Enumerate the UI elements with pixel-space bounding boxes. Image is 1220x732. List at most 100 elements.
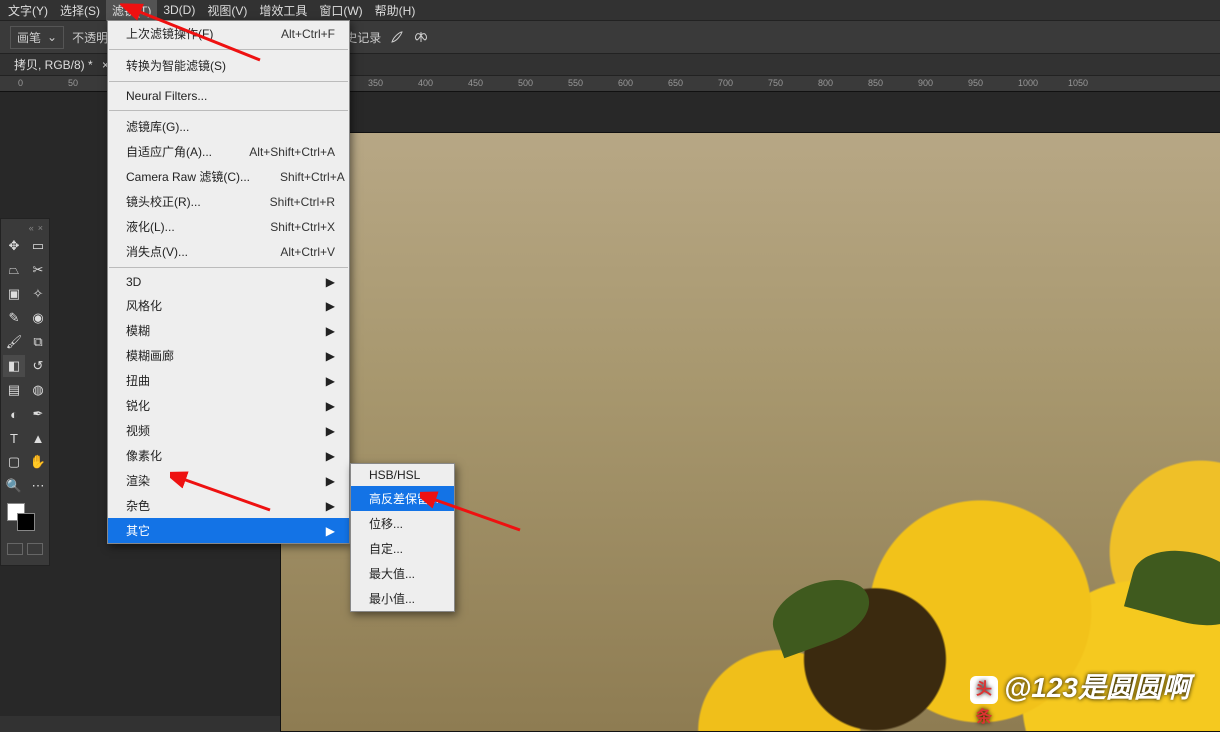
- menu-item-label: Camera Raw 滤镜(C)...: [126, 168, 280, 185]
- brush-settings-icon[interactable]: [389, 29, 405, 45]
- menu-item[interactable]: 风格化▶: [108, 293, 349, 318]
- menu-item[interactable]: 上次滤镜操作(F)Alt+Ctrl+F: [108, 21, 349, 46]
- type-tool[interactable]: T: [3, 427, 25, 449]
- menu-item[interactable]: 扭曲▶: [108, 368, 349, 393]
- pen-tool[interactable]: ✒: [27, 403, 49, 425]
- submenu-arrow-icon: ▶: [326, 349, 335, 363]
- menu-item-label: Neural Filters...: [126, 89, 335, 103]
- menu-item[interactable]: 像素化▶: [108, 443, 349, 468]
- menu-item[interactable]: 杂色▶: [108, 493, 349, 518]
- submenu-item-label: 最大值...: [369, 565, 445, 582]
- submenu-arrow-icon: ▶: [326, 499, 335, 513]
- more-tool[interactable]: ⋯: [27, 475, 49, 497]
- ruler-tick: 1050: [1068, 78, 1088, 88]
- menu-shortcut: Alt+Shift+Ctrl+A: [249, 145, 335, 159]
- path-select-tool[interactable]: ▲: [27, 427, 49, 449]
- menu-item[interactable]: 镜头校正(R)...Shift+Ctrl+R: [108, 189, 349, 214]
- menu-item[interactable]: 帮助(H): [369, 0, 422, 21]
- eyedropper-tool[interactable]: ✎: [3, 307, 25, 329]
- blur-tool[interactable]: ◍: [27, 379, 49, 401]
- menu-item[interactable]: 滤镜(T): [106, 0, 157, 21]
- menu-item-label: 模糊: [126, 322, 326, 339]
- submenu-item[interactable]: 最大值...: [351, 561, 454, 586]
- menu-item[interactable]: 自适应广角(A)...Alt+Shift+Ctrl+A: [108, 139, 349, 164]
- tool-grid: ✥▭⏢✂▣✧✎◉🖌⧉◧↺▤◍◐✒T▲▢✋🔍⋯: [3, 235, 47, 497]
- watermark: 头条@123是圆圆啊: [970, 666, 1190, 706]
- menu-item[interactable]: 锐化▶: [108, 393, 349, 418]
- submenu-item-label: HSB/HSL: [369, 468, 450, 482]
- dodge-tool[interactable]: ◐: [3, 403, 25, 425]
- rectangle-tool[interactable]: ▢: [3, 451, 25, 473]
- spot-heal-tool[interactable]: ◉: [27, 307, 49, 329]
- menu-item[interactable]: 3D▶: [108, 271, 349, 293]
- document-tab[interactable]: 拷贝, RGB/8) * ×: [4, 54, 119, 75]
- brush-tool[interactable]: 🖌: [3, 331, 25, 353]
- menu-item[interactable]: Camera Raw 滤镜(C)...Shift+Ctrl+A: [108, 164, 349, 189]
- menu-item[interactable]: 3D(D): [157, 1, 201, 19]
- symmetry-icon[interactable]: [413, 29, 429, 45]
- screenmode-button[interactable]: [27, 543, 43, 555]
- clone-tool[interactable]: ⧉: [27, 331, 49, 353]
- menu-item-label: 转换为智能滤镜(S): [126, 57, 335, 74]
- menu-item-label: 自适应广角(A)...: [126, 143, 249, 160]
- menu-item[interactable]: 窗口(W): [313, 0, 368, 21]
- eraser-tool[interactable]: ◧: [3, 355, 25, 377]
- image-content: [764, 568, 878, 659]
- document-title: 拷贝, RGB/8) *: [14, 58, 93, 72]
- move-tool[interactable]: ✥: [3, 235, 25, 257]
- menu-item[interactable]: Neural Filters...: [108, 85, 349, 107]
- menu-item[interactable]: 文字(Y): [2, 0, 54, 21]
- history-brush-tool[interactable]: ↺: [27, 355, 49, 377]
- hand-tool[interactable]: ✋: [27, 451, 49, 473]
- menu-item[interactable]: 增效工具: [253, 0, 313, 21]
- menu-item[interactable]: 转换为智能滤镜(S): [108, 53, 349, 78]
- submenu-arrow-icon: ▶: [326, 474, 335, 488]
- lasso-tool[interactable]: ⏢: [3, 259, 25, 281]
- ruler-tick: 500: [518, 78, 533, 88]
- menu-item-label: 渲染: [126, 472, 326, 489]
- menu-item[interactable]: 视频▶: [108, 418, 349, 443]
- color-swatches[interactable]: [3, 503, 47, 537]
- submenu-arrow-icon: ▶: [326, 399, 335, 413]
- menu-item[interactable]: 模糊画廊▶: [108, 343, 349, 368]
- ruler-tick: 400: [418, 78, 433, 88]
- menu-item-label: 消失点(V)...: [126, 243, 280, 260]
- watermark-text: @123是圆圆啊: [1004, 672, 1190, 703]
- submenu-item[interactable]: HSB/HSL: [351, 464, 454, 486]
- menu-separator: [109, 110, 348, 111]
- menu-item[interactable]: 选择(S): [54, 0, 106, 21]
- menu-item[interactable]: 渲染▶: [108, 468, 349, 493]
- menu-item-label: 滤镜库(G)...: [126, 118, 335, 135]
- submenu-item[interactable]: 位移...: [351, 511, 454, 536]
- marquee-tool[interactable]: ▭: [27, 235, 49, 257]
- menu-item[interactable]: 液化(L)...Shift+Ctrl+X: [108, 214, 349, 239]
- menu-item[interactable]: 滤镜库(G)...: [108, 114, 349, 139]
- wand-tool[interactable]: ✧: [27, 283, 49, 305]
- menu-shortcut: Shift+Ctrl+X: [270, 220, 335, 234]
- menu-item[interactable]: 消失点(V)...Alt+Ctrl+V: [108, 239, 349, 264]
- quickmask-button[interactable]: [7, 543, 23, 555]
- close-icon[interactable]: ×: [38, 223, 43, 231]
- image-content: [1124, 539, 1220, 638]
- filter-other-submenu: HSB/HSL 高反差保留...位移...自定... 最大值... 最小值...: [350, 463, 455, 612]
- zoom-tool[interactable]: 🔍: [3, 475, 25, 497]
- brush-type-selector[interactable]: 画笔 ⌄: [10, 26, 64, 49]
- frame-tool[interactable]: ▣: [3, 283, 25, 305]
- submenu-arrow-icon: ▶: [326, 524, 335, 538]
- menu-item[interactable]: 其它▶: [108, 518, 349, 543]
- submenu-item[interactable]: 最小值...: [351, 586, 454, 611]
- submenu-item-label: 高反差保留...: [369, 490, 469, 507]
- menu-item[interactable]: 视图(V): [201, 0, 253, 21]
- submenu-item[interactable]: 自定...: [351, 536, 454, 561]
- menu-item[interactable]: 模糊▶: [108, 318, 349, 343]
- ruler-tick: 1000: [1018, 78, 1038, 88]
- submenu-item[interactable]: 高反差保留...: [351, 486, 454, 511]
- background-swatch[interactable]: [17, 513, 35, 531]
- chevron-down-icon: ⌄: [47, 30, 57, 44]
- collapse-icon[interactable]: «: [29, 223, 34, 231]
- menu-shortcut: Alt+Ctrl+V: [280, 245, 335, 259]
- menu-separator: [109, 267, 348, 268]
- document-image: [280, 132, 1220, 732]
- crop-tool[interactable]: ✂: [27, 259, 49, 281]
- gradient-tool[interactable]: ▤: [3, 379, 25, 401]
